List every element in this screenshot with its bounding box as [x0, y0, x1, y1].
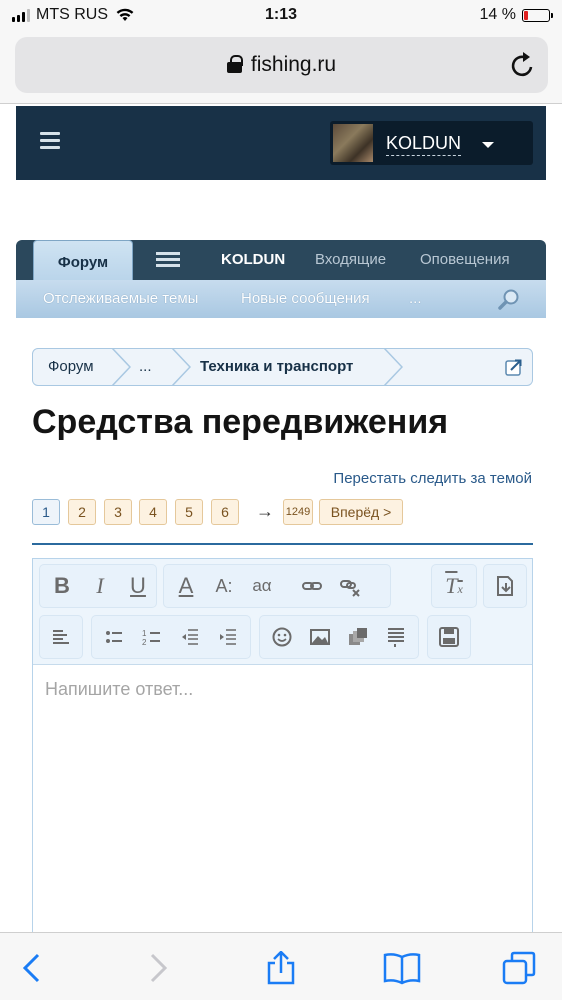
page-link-1[interactable]: 1 [32, 499, 60, 525]
breadcrumb: Форум ... Техника и транспорт [32, 348, 533, 386]
bullet-list-icon[interactable] [96, 616, 132, 658]
user-menu[interactable]: KOLDUN [330, 121, 533, 165]
tab-user[interactable]: KOLDUN [221, 240, 285, 280]
user-name: KOLDUN [386, 133, 462, 156]
reload-icon[interactable] [510, 51, 536, 79]
breadcrumb-forum[interactable]: Форум [48, 358, 94, 375]
insert-group [259, 615, 419, 659]
chevron-right-icon [171, 348, 191, 386]
toggle-bbcode-icon[interactable] [487, 565, 523, 607]
chevron-right-icon [383, 348, 403, 386]
svg-text:1: 1 [142, 629, 147, 638]
browser-toolbar: fishing.ru [0, 32, 562, 104]
browser-bottom-bar [0, 932, 562, 1000]
tab-alerts[interactable]: Оповещения [420, 240, 510, 280]
numbered-list-icon[interactable]: 12 [134, 616, 170, 658]
quote-icon[interactable] [378, 616, 414, 658]
battery-percent: 14 % [479, 6, 516, 23]
breadcrumb-category[interactable]: Техника и транспорт [200, 358, 353, 375]
tabs-icon[interactable] [502, 951, 536, 985]
caret-down-icon [482, 142, 494, 148]
clear-format-group: Tx [431, 564, 477, 608]
link-icon[interactable] [294, 565, 330, 607]
unlink-icon[interactable] [332, 565, 368, 607]
breadcrumb-ellipsis[interactable]: ... [139, 358, 152, 375]
next-page-button[interactable]: Вперёд > [319, 499, 403, 525]
nav-tabs-bar: Форум KOLDUN Входящие Оповещения [16, 240, 546, 282]
clear-formatting-icon[interactable]: Tx [436, 565, 472, 607]
save-group [427, 615, 471, 659]
forum-nav: Форум KOLDUN Входящие Оповещения Отслежи… [16, 240, 546, 318]
tab-forum[interactable]: Форум [33, 240, 133, 282]
lock-icon [226, 55, 243, 73]
battery-icon [522, 8, 553, 22]
svg-text:2: 2 [142, 638, 147, 647]
format-group: B I U [39, 564, 157, 608]
font-size-icon[interactable]: A: [206, 565, 242, 607]
forward-icon[interactable] [140, 951, 174, 985]
url-text: fishing.ru [250, 53, 337, 76]
bookmarks-icon[interactable] [382, 951, 422, 985]
media-icon[interactable] [340, 616, 376, 658]
back-icon[interactable] [16, 951, 50, 985]
outdent-icon[interactable] [172, 616, 208, 658]
hamburger-menu-icon[interactable] [40, 132, 60, 150]
align-group [39, 615, 83, 659]
image-icon[interactable] [302, 616, 338, 658]
editor-placeholder: Напишите ответ... [45, 679, 194, 699]
indent-icon[interactable] [210, 616, 246, 658]
unwatch-thread-link[interactable]: Перестать следить за темой [333, 470, 532, 487]
smiley-icon[interactable] [264, 616, 300, 658]
font-color-icon[interactable]: A [168, 565, 204, 607]
bold-icon[interactable]: B [44, 565, 80, 607]
page-link-last[interactable]: 1249 [283, 499, 313, 525]
site-header: KOLDUN [16, 106, 546, 180]
save-draft-icon[interactable] [431, 616, 467, 658]
jump-link-icon[interactable] [505, 358, 523, 376]
status-time: 1:13 [264, 6, 298, 23]
align-left-icon[interactable] [43, 616, 79, 658]
italic-icon[interactable]: I [82, 565, 118, 607]
tab-inbox[interactable]: Входящие [315, 240, 386, 280]
more-links[interactable]: ... [409, 290, 422, 307]
page-link-2[interactable]: 2 [68, 499, 96, 525]
nav-sub-bar: Отслеживаемые темы Новые сообщения ... [16, 280, 546, 318]
page-link-4[interactable]: 4 [139, 499, 167, 525]
page-link-3[interactable]: 3 [104, 499, 132, 525]
watched-threads-link[interactable]: Отслеживаемые темы [43, 290, 198, 307]
nav-menu-icon[interactable] [156, 252, 180, 268]
page-link-5[interactable]: 5 [175, 499, 203, 525]
underline-icon[interactable]: U [120, 565, 156, 607]
reply-editor[interactable]: B I U A A: aα Tx 12 Напишите ответ... [32, 558, 533, 938]
page-link-6[interactable]: 6 [211, 499, 239, 525]
address-bar[interactable]: fishing.ru [15, 37, 548, 93]
share-icon[interactable] [264, 951, 298, 985]
source-group [483, 564, 527, 608]
chevron-right-icon [111, 348, 131, 386]
divider [32, 543, 533, 545]
text-style-group: A A: aα [163, 564, 391, 608]
new-posts-link[interactable]: Новые сообщения [241, 290, 370, 307]
search-icon[interactable] [498, 288, 520, 310]
status-bar: MTS RUS 1:13 14 % [0, 0, 562, 32]
pager-arrow: → [256, 501, 274, 521]
list-group: 12 [91, 615, 251, 659]
editor-toolbar: B I U A A: aα Tx 12 [33, 559, 532, 665]
font-family-icon[interactable]: aα [244, 565, 280, 607]
avatar [333, 124, 373, 162]
page-title: Средства передвижения [32, 403, 449, 441]
